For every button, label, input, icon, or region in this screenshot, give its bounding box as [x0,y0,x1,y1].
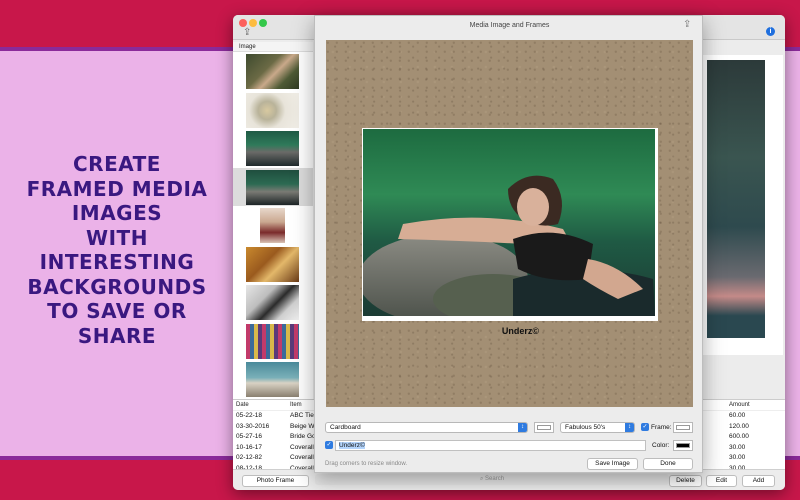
promo-line: INTERESTING [39,250,195,274]
promo-line: IMAGES [71,201,163,225]
delete-button[interactable]: Delete [669,475,702,487]
photo-illustration [358,129,655,324]
share-icon[interactable]: ⇪ [683,20,691,30]
frame-checkbox[interactable]: ✓ [641,423,649,431]
background-color-swatch[interactable] [534,422,554,433]
promo-line: FRAMED MEDIA [26,176,208,201]
frame-caption: Underz© [501,326,540,336]
table-cell-item: Beige W [290,422,315,430]
image-column-header[interactable]: Image [233,42,313,52]
done-button[interactable]: Done [643,458,693,470]
color-label: Color: [652,442,670,449]
thumb-woman-standing [260,208,285,243]
edit-button[interactable]: Edit [706,475,737,487]
cardboard-background-canvas[interactable]: Underz© [326,40,693,407]
info-icon[interactable]: i [766,27,775,36]
promo-line: BACKGROUNDS [27,274,207,299]
table-cell-date: 03-30-2016 [236,422,270,430]
image-list[interactable] [233,52,313,399]
thumb-clothing-rack [246,323,299,359]
thumb-flowers [246,92,299,128]
thumb-desk-items [246,285,299,320]
large-image-preview [707,60,765,338]
promo-line: SHARE [77,323,157,348]
close-window-button[interactable] [239,19,247,27]
frame-style-select-value: Fabulous 50's [565,424,606,431]
save-image-button[interactable]: Save Image [587,458,638,470]
caption-text-field[interactable]: Underz© [335,440,646,451]
frame-color-swatch[interactable] [673,422,693,433]
framed-photo [358,129,655,324]
table-cell-amount: 60.00 [729,412,746,419]
table-cell-item: Coverall [290,443,314,451]
item-column-header[interactable]: Item [290,400,302,410]
resize-hint: Drag corners to resize window. [325,461,408,467]
chevron-up-down-icon: ↕ [518,423,527,432]
list-item[interactable] [233,245,313,284]
chevron-up-down-icon: ↕ [625,423,634,432]
list-item[interactable] [233,91,313,130]
table-cell-amount: 600.00 [729,433,749,440]
table-cell-amount: 30.00 [729,454,746,461]
amount-column-header[interactable]: Amount [729,400,750,410]
table-cell-date: 02-12-82 [236,454,263,461]
caption-color-well [676,443,690,448]
search-icon: ⌕ [479,476,484,482]
table-cell-date: 10-16-17 [236,443,263,451]
table-cell-date: 05-22-18 [236,412,263,419]
share-icon[interactable]: ⇪ [243,28,253,38]
dialog-title: Media Image and Frames [469,22,550,29]
list-item[interactable] [233,322,313,361]
promo-line: CREATE [73,152,161,176]
caption-text-value: Underz© [339,442,365,449]
thumb-woman-field [246,54,299,89]
photo-frame-button[interactable]: Photo Frame [242,475,309,487]
caption-color-swatch[interactable] [673,440,693,451]
table-cell-item: Coverall [290,454,314,461]
thumb-woman-rock [246,131,299,166]
list-item[interactable] [233,206,313,245]
frame-label: Frame: [651,424,672,431]
promo-line: TO SAVE OR [47,299,187,323]
search-input[interactable]: ⌕ Search [315,474,669,485]
promo-headline: CREATE FRAMED MEDIA IMAGES WITH INTEREST… [14,152,220,348]
frame-style-select[interactable]: Fabulous 50's ↕ [560,422,635,433]
background-color-well [537,425,551,430]
search-placeholder: Search [485,476,505,482]
promo-line: WITH [86,225,148,250]
table-cell-item: ABC Tie [290,412,314,419]
table-cell-amount: 30.00 [729,443,746,451]
frame-color-well [676,425,690,430]
list-item[interactable] [233,360,313,399]
table-cell-date: 05-27-16 [236,433,263,440]
caption-checkbox[interactable]: ✓ [325,441,333,449]
background-select[interactable]: Cardboard ↕ [325,422,528,433]
zoom-window-button[interactable] [259,19,267,27]
add-button[interactable]: Add [742,475,775,487]
background-select-value: Cardboard [330,424,361,431]
list-item[interactable] [233,129,313,168]
date-column-header[interactable]: Date [236,400,249,410]
table-cell-item: Bride Go [290,433,315,440]
thumb-vintage-car [246,362,299,397]
table-cell-amount: 120.00 [729,422,749,430]
thumb-leather-bag [246,246,299,282]
list-item[interactable] [233,167,313,206]
thumb-woman-rock-selected [246,169,299,205]
list-item[interactable] [233,52,313,91]
media-frames-dialog: Media Image and Frames ⇪ Underz© Cardboa… [314,15,703,473]
minimize-window-button[interactable] [249,19,257,27]
list-item[interactable] [233,283,313,322]
